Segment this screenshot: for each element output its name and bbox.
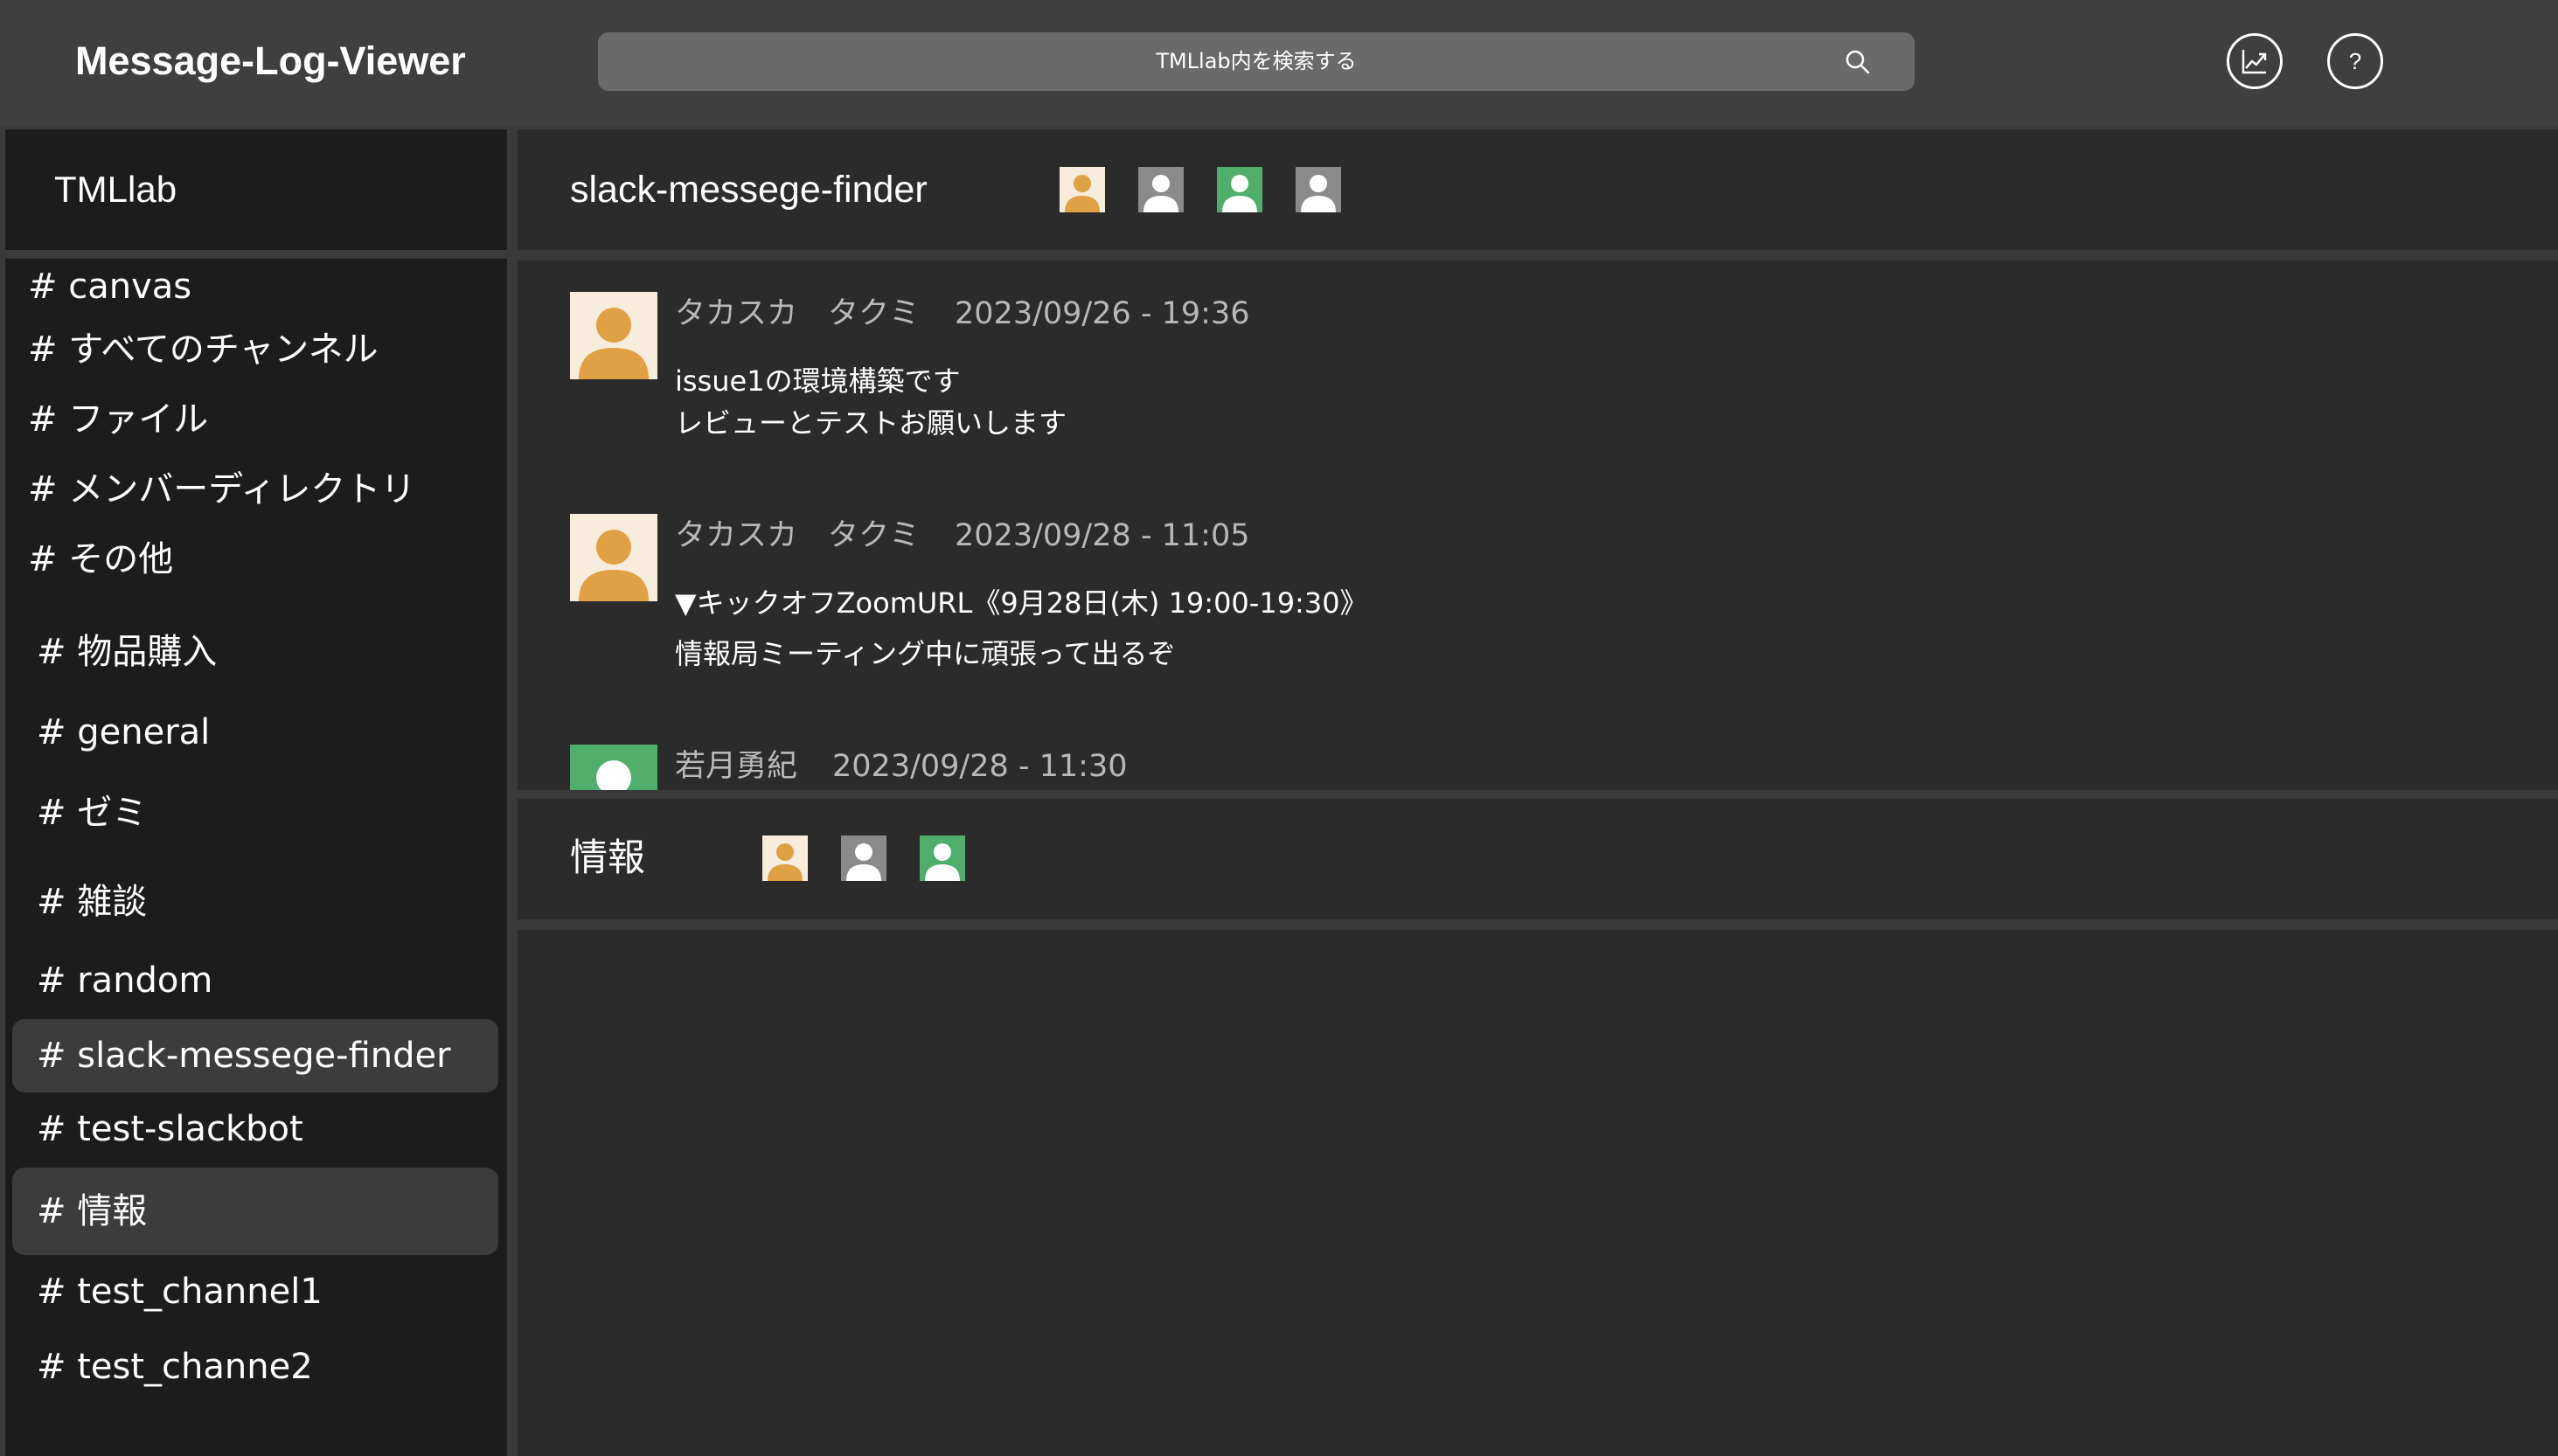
channel-label: # slack-messege-finder [37,1036,451,1076]
message-item: タカスカ タクミ 2023/09/28 - 11:05 ▼キックオフZoomURL… [518,514,2558,689]
channel-item[interactable]: # test_channe2 [12,1330,498,1404]
user-avatar-icon[interactable] [570,292,657,379]
member-avatar-icon[interactable] [920,835,965,881]
channel-label: # 情報 [37,1191,148,1231]
member-avatar-icon[interactable] [1217,167,1262,212]
channel-label: # general [37,712,211,752]
channel-label: # test_channe2 [37,1347,313,1387]
message-sender: 若月勇紀 [675,749,798,784]
top-header: Message-Log-Viewer TMLlab内を検索する ? [0,0,2558,126]
message-timestamp: 2023/09/26 - 19:36 [955,296,1250,331]
message-sender: タカスカ タクミ [675,296,921,331]
nav-item-all-channels[interactable]: # すべてのチャンネル [28,323,379,376]
help-button[interactable]: ? [2327,33,2383,89]
member-avatar-icon[interactable] [762,835,808,881]
member-avatar-icon[interactable] [1060,167,1105,212]
channel-header: 情報 [518,799,2558,919]
channel-item[interactable]: # general [12,696,498,769]
channel-item-active[interactable]: # 情報 [12,1168,498,1255]
channel-label: # random [37,960,213,1001]
app-window: Message-Log-Viewer TMLlab内を検索する ? TMLlab… [0,0,2558,1456]
search-bar[interactable]: TMLlab内を検索する [598,32,1915,91]
message-timestamp: 2023/09/28 - 11:05 [955,518,1250,553]
channel-title[interactable]: 情報 [570,830,645,886]
search-placeholder[interactable]: TMLlab内を検索する [598,32,1915,91]
channel-label: # test_channel1 [37,1272,323,1312]
search-icon[interactable] [1845,49,1871,75]
nav-item-files[interactable]: # ファイル [28,393,208,446]
channel-item[interactable]: # 物品購入 [12,615,498,689]
message-text: レビューとテストお願いします [675,406,1067,440]
member-avatar-icon[interactable] [1138,167,1184,212]
message-list[interactable] [518,930,2558,1456]
channel-list: # 物品購入 # general # ゼミ # 雑談 # random # sl… [5,607,507,1456]
channel-label: # test-slackbot [37,1109,303,1149]
member-avatar-icon[interactable] [841,835,886,881]
help-icon: ? [2348,48,2362,74]
channel-item[interactable]: # test-slackbot [12,1092,498,1166]
message-text: ▼キックオフZoomURL《9月28日(木) 19:00-19:30》 [675,586,1368,620]
message-meta: タカスカ タクミ 2023/09/26 - 19:36 [675,292,1250,336]
message-item: 若月勇紀 2023/09/28 - 11:30 [518,745,2558,790]
channel-title[interactable]: slack-messege-finder [570,162,928,218]
channel-item-active[interactable]: # slack-messege-finder [12,1019,498,1092]
channel-label: # 物品購入 [37,632,218,672]
member-avatar-icon[interactable] [1296,167,1341,212]
message-list[interactable]: タカスカ タクミ 2023/09/26 - 19:36 issue1の環境構築です… [518,260,2558,790]
message-text: issue1の環境構築です [675,364,961,398]
app-title: Message-Log-Viewer [75,38,466,83]
channel-label: # ゼミ [37,793,148,833]
channel-item[interactable]: # random [12,944,498,1017]
workspace-panel: TMLlab [5,129,507,250]
main-content: slack-messege-finder タカスカ タクミ 2023/09/26… [518,126,2558,1456]
channel-item[interactable]: # ゼミ [12,776,498,849]
sidebar: TMLlab # canvas # すべてのチャンネル # ファイル # メンバ… [0,126,512,1456]
channel-item[interactable]: # 雑談 [12,865,498,939]
nav-item-canvas[interactable]: # canvas [28,260,191,313]
message-meta: 若月勇紀 2023/09/28 - 11:30 [675,745,1128,788]
channel-header: slack-messege-finder [518,129,2558,250]
message-timestamp: 2023/09/28 - 11:30 [832,749,1128,784]
workspace-name[interactable]: TMLlab [54,159,177,220]
user-avatar-icon[interactable] [570,745,657,790]
message-text: 情報局ミーティング中に頑張って出るぞ [675,637,1176,670]
message-meta: タカスカ タクミ 2023/09/28 - 11:05 [675,514,1250,558]
message-item: タカスカ タクミ 2023/09/26 - 19:36 issue1の環境構築です… [518,292,2558,467]
nav-item-member-directory[interactable]: # メンバーディレクトリ [28,463,415,516]
channel-label: # 雑談 [37,882,148,922]
channel-item[interactable]: # test_channel1 [12,1255,498,1328]
chart-trend-icon [2242,50,2267,74]
nav-item-other[interactable]: # その他 [28,533,173,586]
analytics-button[interactable] [2227,33,2283,89]
user-avatar-icon[interactable] [570,514,657,601]
message-sender: タカスカ タクミ [675,518,921,553]
